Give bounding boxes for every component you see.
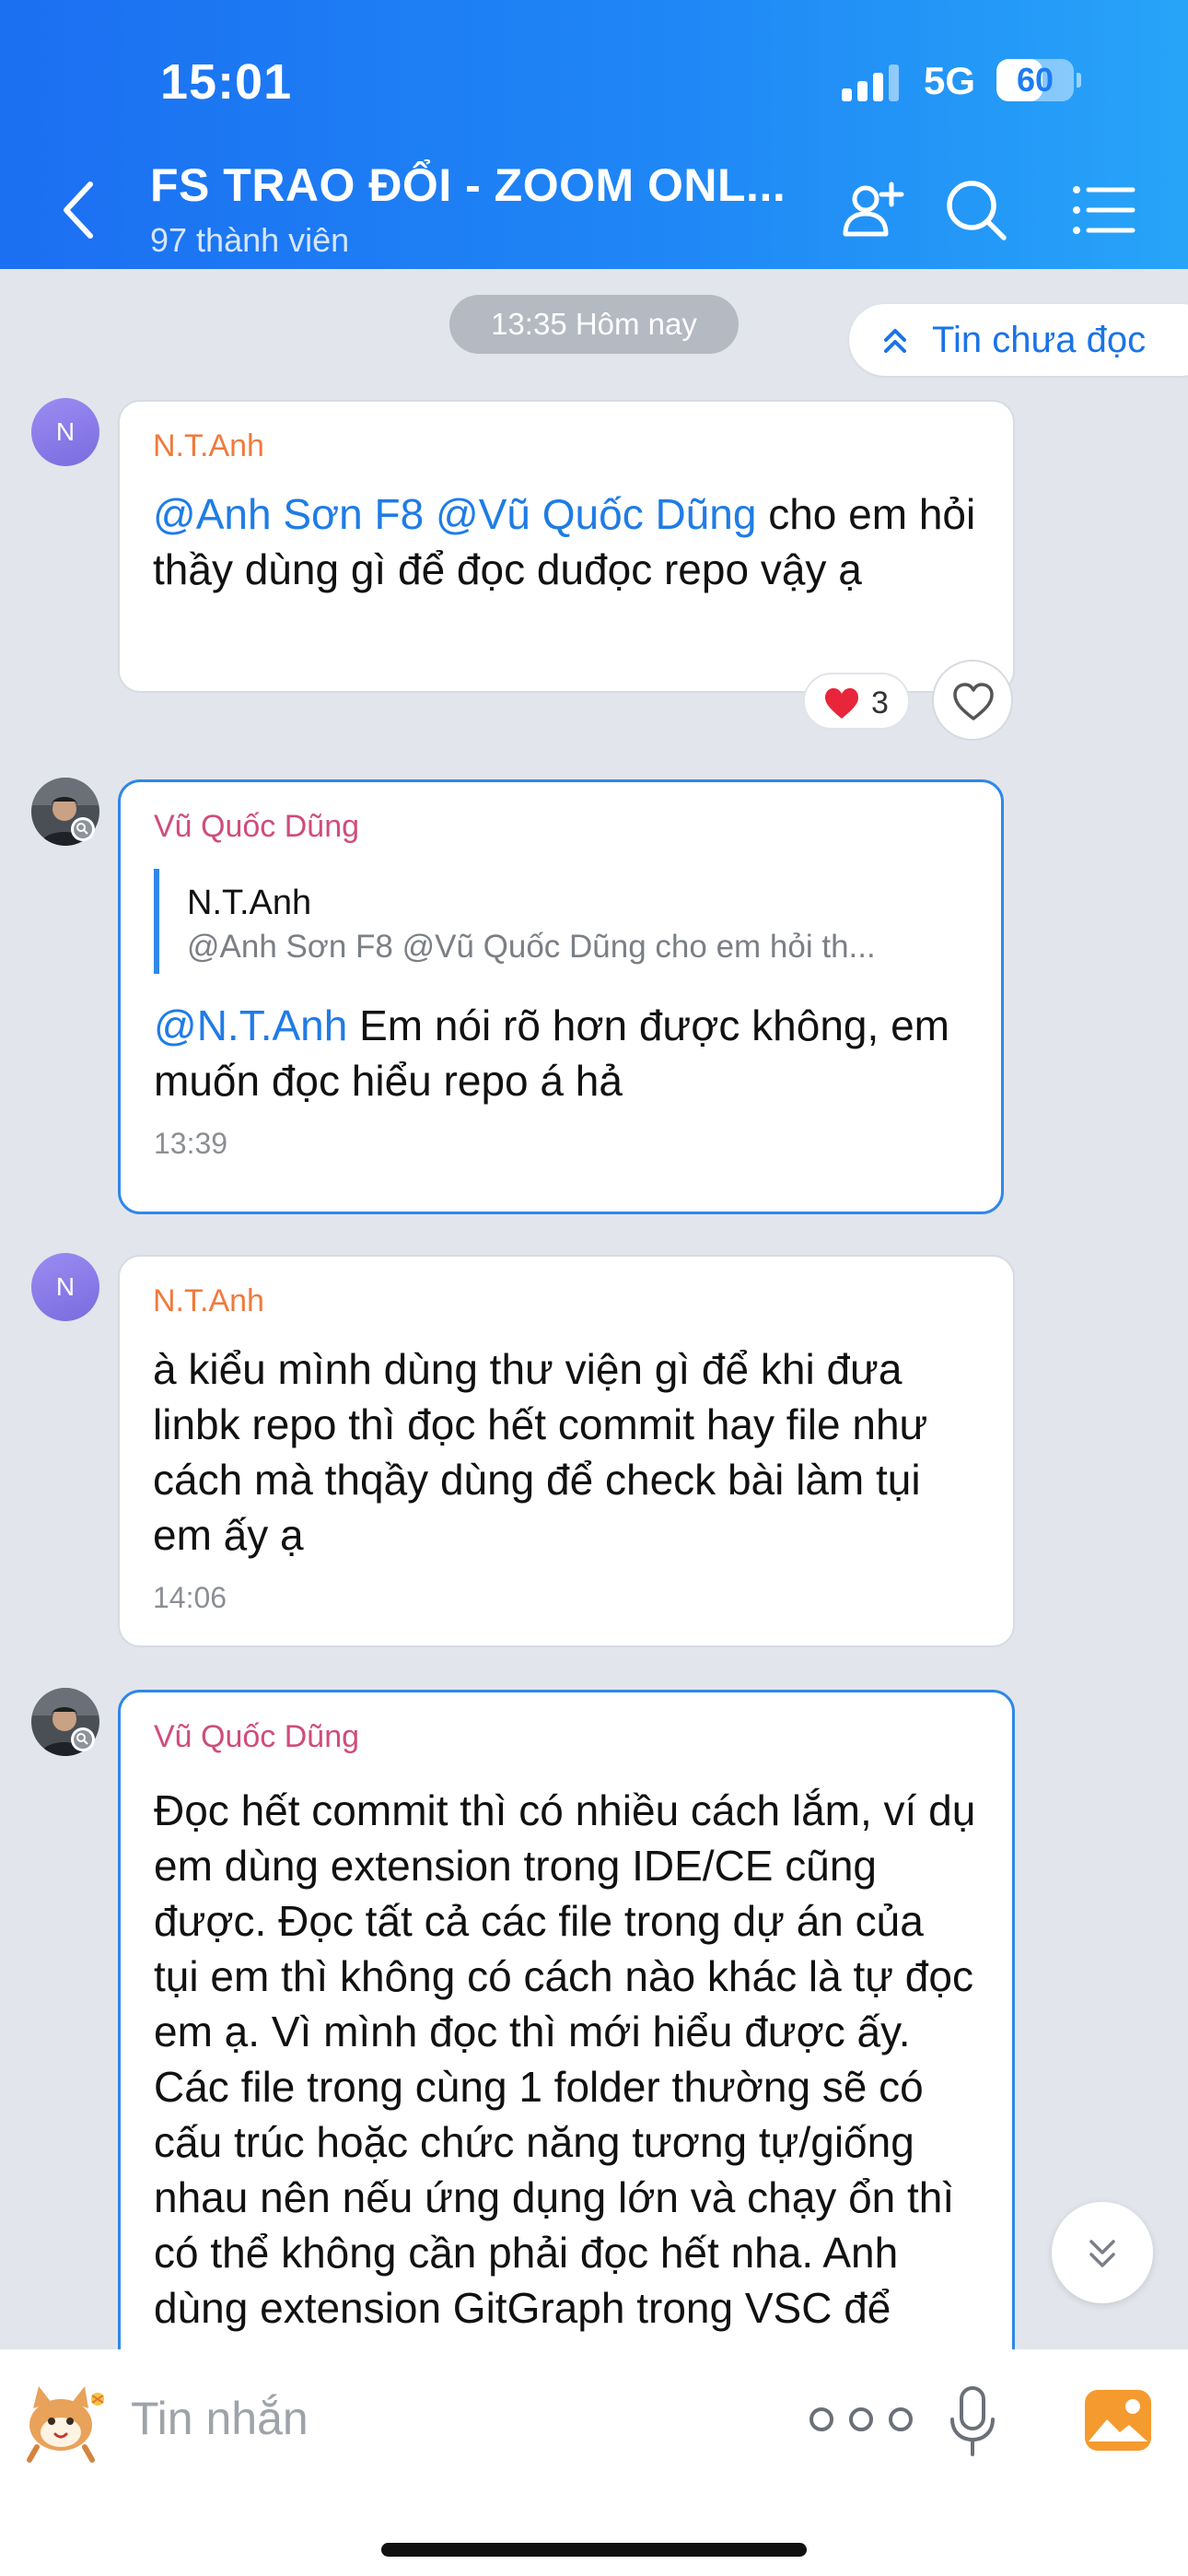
microphone-icon[interactable] xyxy=(949,2384,996,2458)
reaction-badge[interactable]: 3 xyxy=(803,673,910,730)
message-text: @N.T.Anh Em nói rõ hơn được không, em mu… xyxy=(154,998,968,1108)
status-time: 15:01 xyxy=(160,54,293,110)
like-button[interactable] xyxy=(932,660,1013,741)
search-icon[interactable] xyxy=(941,175,1011,245)
sender-name[interactable]: Vũ Quốc Dũng xyxy=(154,1718,979,1755)
double-chevron-up-icon xyxy=(884,329,906,353)
menu-list-icon[interactable] xyxy=(1068,175,1138,245)
image-icon[interactable] xyxy=(1083,2388,1153,2453)
avatar[interactable]: N xyxy=(31,1253,99,1321)
mention-link[interactable]: @Vũ Quốc Dũng xyxy=(436,490,756,538)
signal-icon xyxy=(842,64,899,101)
sender-name[interactable]: N.T.Anh xyxy=(153,427,980,464)
sender-name[interactable]: N.T.Anh xyxy=(153,1282,980,1319)
avatar[interactable] xyxy=(31,778,99,846)
message-text: Đọc hết commit thì có nhiều cách lắm, ví… xyxy=(154,1786,976,2332)
network-label: 5G xyxy=(924,59,976,102)
unread-messages-button[interactable]: Tin chưa đọc xyxy=(849,304,1188,376)
heart-outline-icon xyxy=(953,683,994,720)
message-bubble[interactable]: Vũ Quốc Dũng Đọc hết commit thì có nhiều… xyxy=(118,1690,1015,2390)
heart-icon xyxy=(825,688,858,719)
battery-level: 60 xyxy=(1016,61,1054,99)
avatar[interactable] xyxy=(31,1688,99,1756)
chat-header: 15:01 5G 60 FS TRAO ĐỔI - ZOOM ONL... 97… xyxy=(0,0,1188,269)
mention-link[interactable]: @N.T.Anh xyxy=(154,1001,347,1049)
sticker-icon[interactable] xyxy=(18,2375,111,2464)
message-bubble[interactable]: N.T.Anh @Anh Sơn F8 @Vũ Quốc Dũng cho em… xyxy=(118,400,1015,693)
add-member-icon[interactable] xyxy=(838,175,908,245)
reply-quote[interactable]: N.T.Anh @Anh Sơn F8 @Vũ Quốc Dũng cho em… xyxy=(154,869,968,974)
group-title[interactable]: FS TRAO ĐỔI - ZOOM ONL... xyxy=(150,158,786,212)
message-text: @Anh Sơn F8 @Vũ Quốc Dũng cho em hỏi thầ… xyxy=(153,486,980,597)
message-input[interactable]: Tin nhắn xyxy=(131,2392,309,2445)
message-bubble[interactable]: N.T.Anh à kiểu mình dùng thư viện gì để … xyxy=(118,1255,1015,1647)
quote-text: @Anh Sơn F8 @Vũ Quốc Dũng cho em hỏi th.… xyxy=(187,929,876,965)
sender-name[interactable]: Vũ Quốc Dũng xyxy=(154,808,968,845)
message-composer: Tin nhắn xyxy=(0,2349,1188,2576)
quote-sender: N.T.Anh xyxy=(187,884,312,922)
scroll-to-bottom-button[interactable] xyxy=(1052,2202,1153,2303)
message-text: à kiểu mình dùng thư viện gì để khi đưa … xyxy=(153,1345,928,1559)
avatar[interactable]: N xyxy=(31,398,99,466)
home-indicator[interactable] xyxy=(381,2543,807,2557)
message-time: 14:06 xyxy=(153,1581,227,1614)
reaction-count: 3 xyxy=(871,685,889,720)
double-chevron-down-icon xyxy=(1089,2240,1115,2267)
member-count[interactable]: 97 thành viên xyxy=(150,221,349,260)
battery-icon: 60 xyxy=(996,59,1081,101)
message-bubble[interactable]: Vũ Quốc Dũng N.T.Anh @Anh Sơn F8 @Vũ Quố… xyxy=(118,779,1004,1214)
mention-link[interactable]: @Anh Sơn F8 xyxy=(153,490,424,538)
back-chevron-icon[interactable] xyxy=(52,175,107,245)
unread-label: Tin chưa đọc xyxy=(932,320,1147,360)
date-separator: 13:35 Hôm nay xyxy=(449,295,739,354)
message-time: 13:39 xyxy=(154,1127,228,1160)
more-dots-icon[interactable] xyxy=(801,2401,921,2438)
